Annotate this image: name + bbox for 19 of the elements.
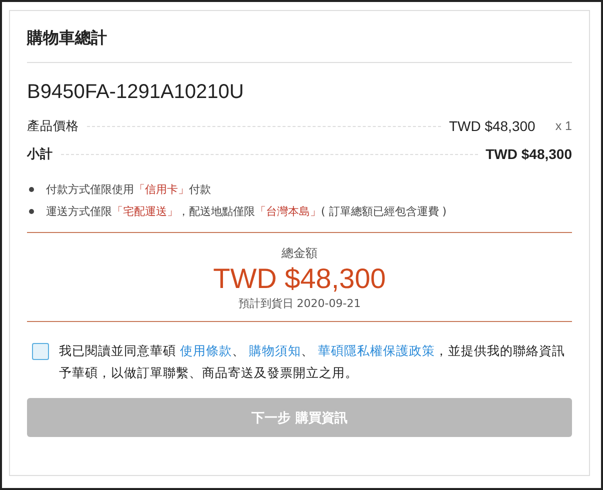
delivery-date: 預計到貨日 2020-09-21 [238,296,361,311]
product-model: B9450FA-1291A10210U [27,80,245,104]
policy-link[interactable]: 華碩隱私權保護政策 [318,343,435,358]
note-text: 付款方式僅限使用「信用卡」付款 [46,182,211,196]
price-value: TWD $48,300 [448,118,536,134]
quantity: x 1 [555,119,572,133]
bullet-icon [29,186,34,192]
total-label: 總金額 [282,245,318,262]
note-text: 運送方式僅限「宅配運送」，配送地點僅限「台灣本島」( 訂單總額已經包含運費 ) [46,204,447,218]
subtotal-value: TWD $48,300 [486,146,572,162]
policy-link[interactable]: 使用條款 [180,343,232,358]
agree-checkbox[interactable] [32,343,49,360]
subtotal-label: 小計 [27,146,53,162]
price-label: 產品價格 [27,118,79,134]
total-amount: TWD $48,300 [213,262,386,296]
bullet-icon [29,208,34,214]
policy-link[interactable]: 購物須知 [248,343,301,358]
agreement-text: 我已閱讀並同意華碩 使用條款、 購物須知、 華碩隱私權保護政策，並提供我的聯絡資訊予華碩，以做訂單聯繫、商品寄送及發票開立之用。 [59,342,566,382]
card-title: 購物車總計 [27,27,108,49]
